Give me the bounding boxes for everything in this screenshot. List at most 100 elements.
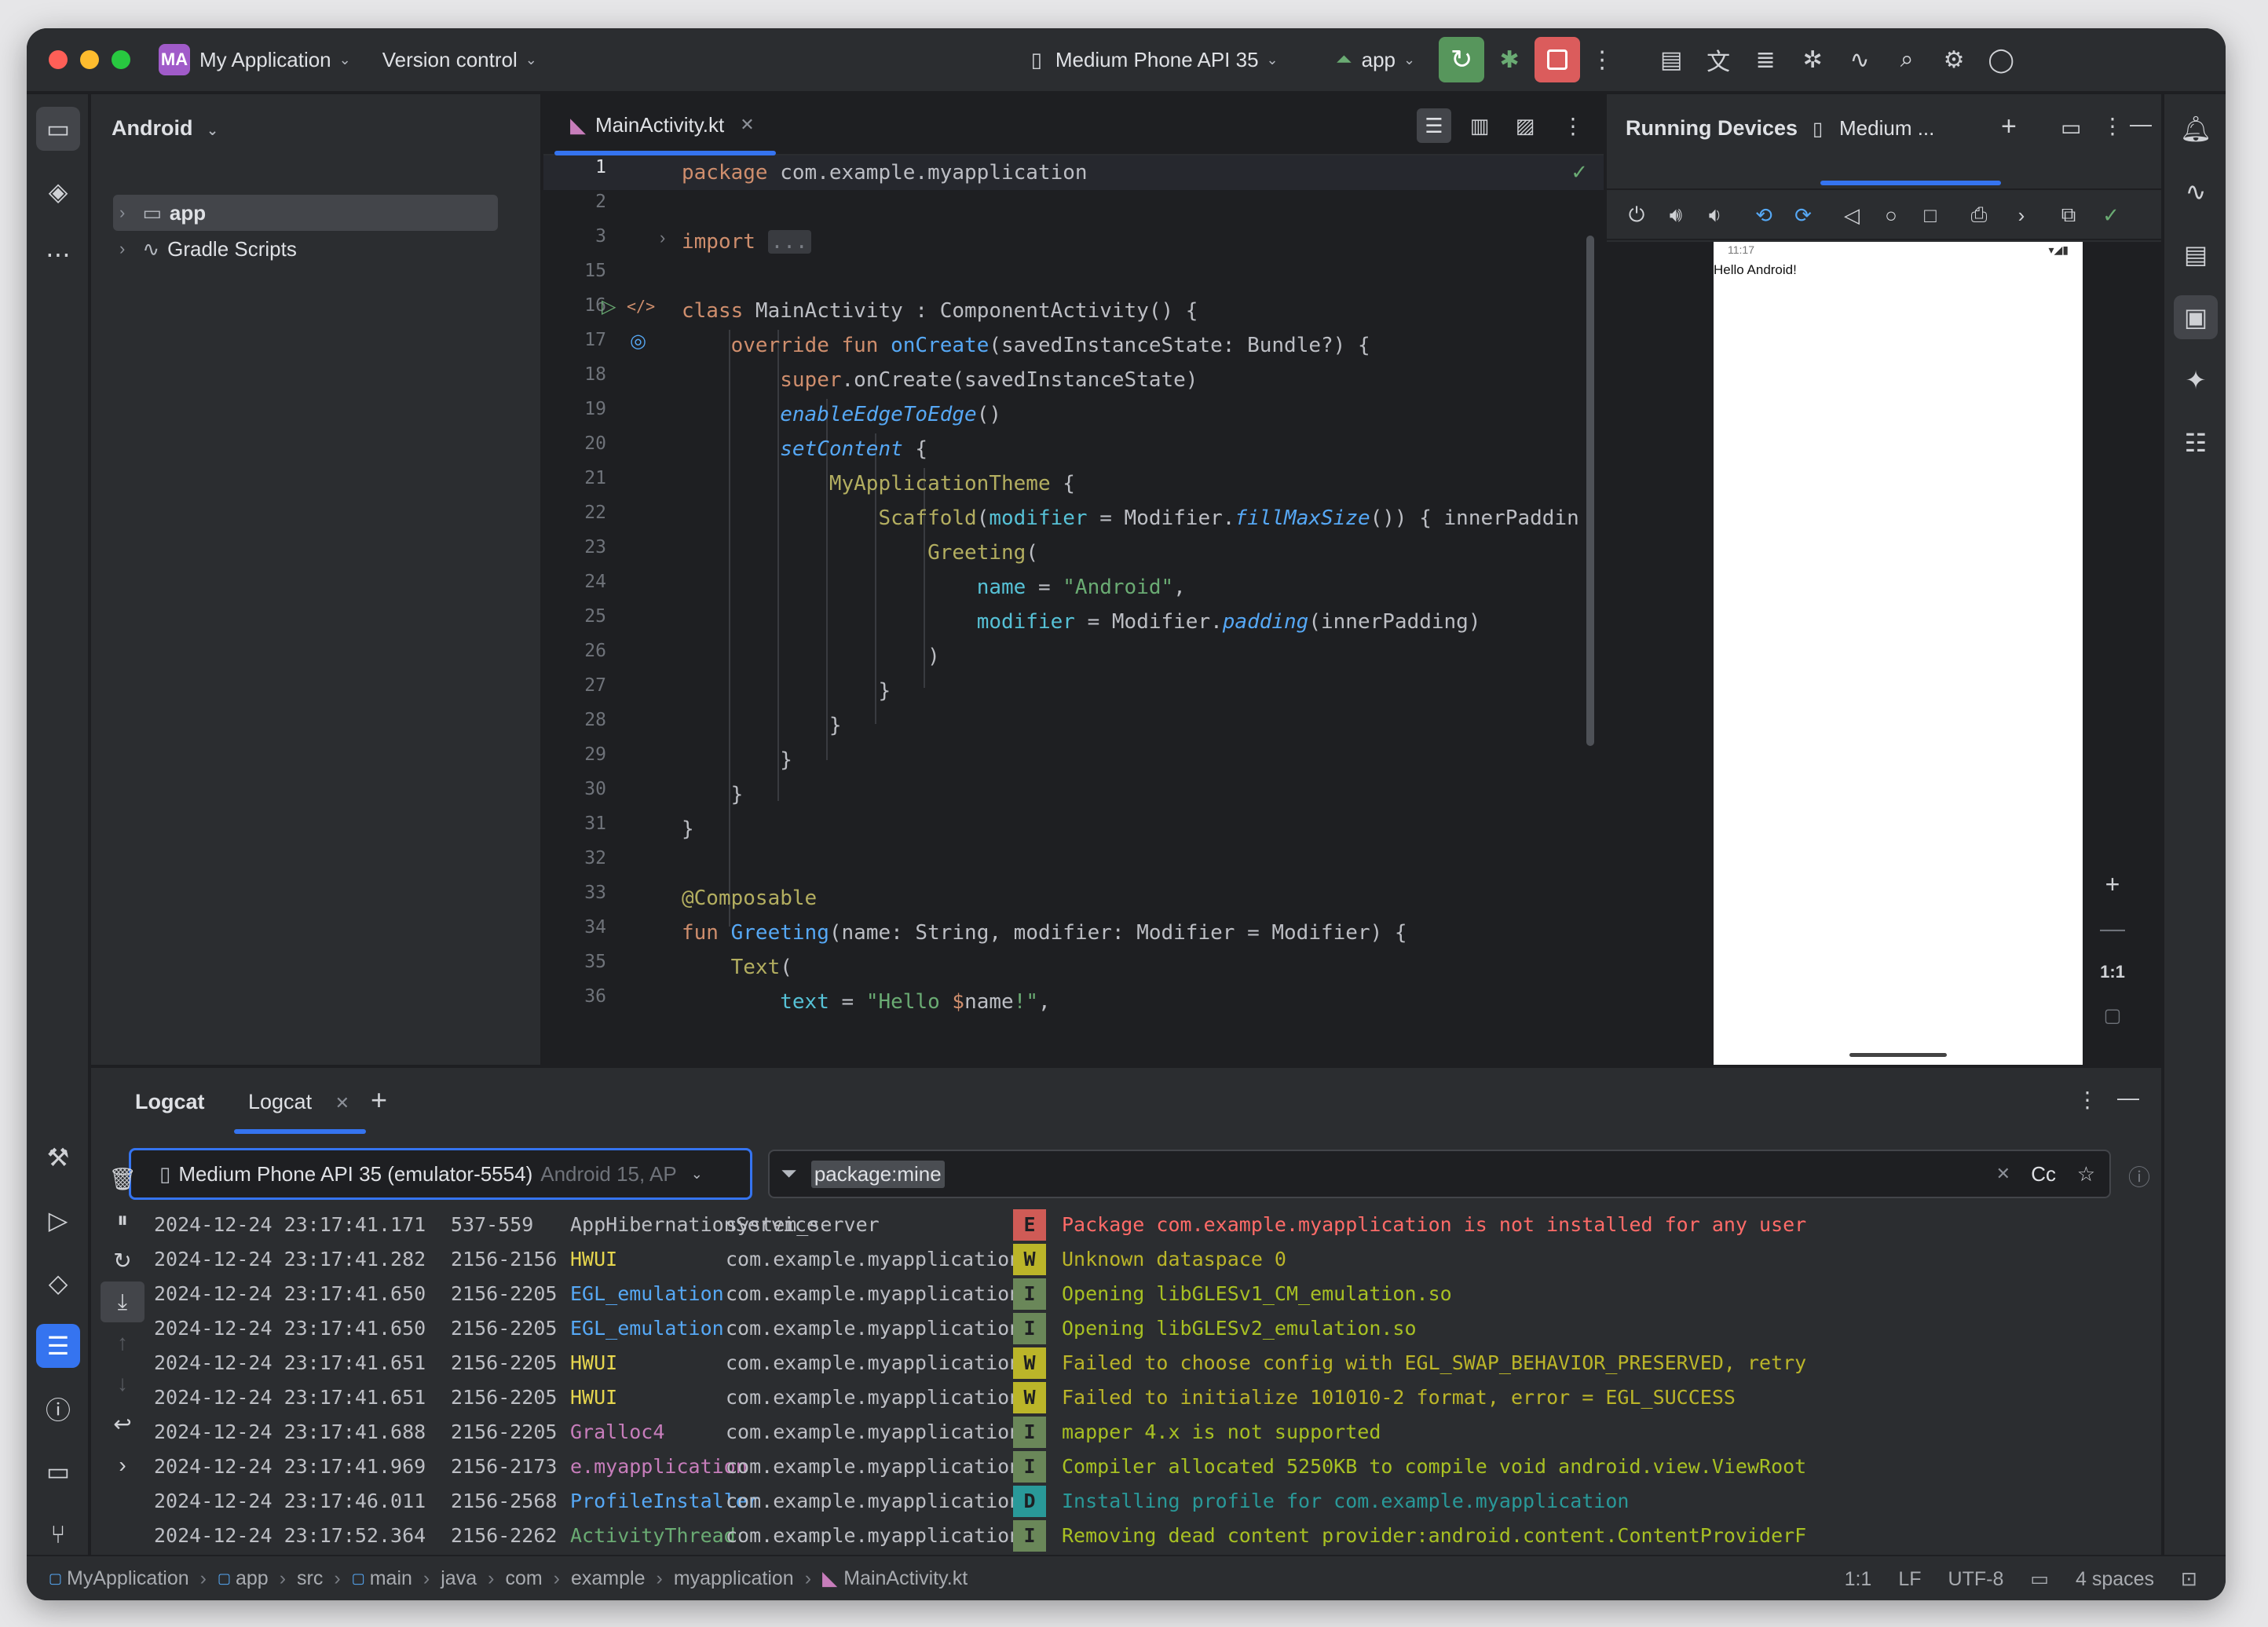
- tab-medium-phone[interactable]: Medium ...: [1839, 116, 1934, 141]
- close-window-button[interactable]: [49, 50, 68, 69]
- gradle-icon[interactable]: ∿: [2174, 170, 2218, 214]
- pause-icon[interactable]: ⏸: [91, 1200, 154, 1241]
- gemini-icon[interactable]: ✦: [2174, 358, 2218, 402]
- breadcrumb-item[interactable]: MyApplication: [67, 1567, 189, 1590]
- restart-icon[interactable]: ↻: [91, 1241, 154, 1281]
- override-gutter-icon[interactable]: ◎: [630, 330, 646, 353]
- search-icon[interactable]: ⌕: [1891, 44, 1922, 75]
- breadcrumb-item[interactable]: java: [441, 1567, 477, 1590]
- gem-icon[interactable]: ◇: [36, 1261, 80, 1305]
- bug-icon[interactable]: ✲: [1797, 44, 1828, 75]
- rerun-button[interactable]: ↻: [1439, 37, 1485, 82]
- file-encoding[interactable]: UTF-8: [1948, 1568, 2004, 1591]
- star-icon[interactable]: ☆: [2077, 1162, 2095, 1186]
- minimize-icon[interactable]: —: [2117, 1085, 2139, 1110]
- log-row[interactable]: 2024-12-24 23:17:41.650 2156-2205 EGL_emul…: [154, 1311, 2161, 1346]
- log-row[interactable]: 2024-12-24 23:17:41.651 2156-2205 HWUI com.…: [154, 1346, 2161, 1380]
- clear-filter-icon[interactable]: ✕: [1996, 1164, 2010, 1184]
- chevron-right-icon[interactable]: ›: [2007, 201, 2036, 229]
- close-icon[interactable]: ✕: [335, 1093, 349, 1113]
- project-view-dropdown[interactable]: Android ⌄: [112, 116, 218, 141]
- code-view-icon[interactable]: ☰: [1417, 108, 1451, 143]
- logcat-device-selector[interactable]: ▯ Medium Phone API 35 (emulator-5554) An…: [129, 1148, 752, 1200]
- git-branch-icon[interactable]: ⑂: [36, 1512, 80, 1556]
- power-icon[interactable]: ⏻: [1622, 201, 1651, 229]
- device-selector[interactable]: Medium Phone API 35: [1055, 48, 1259, 72]
- rotate-right-icon[interactable]: ⟳: [1789, 201, 1817, 229]
- breadcrumb-item[interactable]: example: [571, 1567, 646, 1590]
- split-view-icon[interactable]: ▥: [1462, 108, 1497, 143]
- log-row[interactable]: 2024-12-24 23:17:41.651 2156-2205 HWUI com.…: [154, 1380, 2161, 1415]
- design-view-icon[interactable]: ▨: [1508, 108, 1542, 143]
- volume-down-icon[interactable]: 🔉︎: [1701, 201, 1729, 229]
- build-hammer-icon[interactable]: ⚒: [36, 1135, 80, 1179]
- stop-button[interactable]: [1535, 37, 1581, 82]
- help-icon[interactable]: ⓘ: [2128, 1161, 2150, 1192]
- minimize-icon[interactable]: —: [2130, 112, 2152, 137]
- zoom-in-icon[interactable]: +: [2089, 862, 2136, 906]
- vcs-dropdown[interactable]: Version control: [382, 48, 518, 72]
- soft-wrap-icon[interactable]: ↩: [91, 1404, 154, 1445]
- volume-up-icon[interactable]: 🔊︎: [1662, 201, 1690, 229]
- editor-scrollbar[interactable]: [1586, 236, 1594, 746]
- breadcrumb-item[interactable]: main: [370, 1567, 412, 1590]
- rotate-left-icon[interactable]: ⟲: [1750, 201, 1778, 229]
- project-badge[interactable]: MA: [159, 44, 190, 75]
- screen-record-icon[interactable]: ⧉: [2054, 201, 2083, 229]
- scroll-to-end-icon[interactable]: ⤓: [101, 1281, 144, 1322]
- fold-chevron-icon[interactable]: ›: [660, 228, 665, 248]
- terminal-icon[interactable]: ▭: [36, 1450, 80, 1494]
- tree-item-gradle-scripts[interactable]: › ∿ Gradle Scripts: [113, 231, 297, 267]
- more-tools-icon[interactable]: ⋯: [36, 232, 80, 276]
- match-case-toggle[interactable]: Cc: [2031, 1162, 2056, 1186]
- breadcrumb-item[interactable]: app: [236, 1567, 269, 1590]
- reader-mode-icon[interactable]: ▭: [2030, 1567, 2049, 1591]
- log-row[interactable]: 2024-12-24 23:17:41.688 2156-2205 Gralloc4…: [154, 1415, 2161, 1450]
- project-name-dropdown[interactable]: My Application: [199, 48, 331, 72]
- more-vertical-icon[interactable]: ⋮: [2102, 113, 2124, 139]
- problems-icon[interactable]: ⓘ: [36, 1387, 80, 1431]
- close-icon[interactable]: ✕: [740, 115, 754, 135]
- log-row[interactable]: 2024-12-24 23:17:52.364 2156-2262 Activity…: [154, 1519, 2161, 1553]
- gesture-bar[interactable]: [1849, 1053, 1947, 1057]
- home-icon[interactable]: ○: [1877, 201, 1905, 229]
- logcat-filter-input[interactable]: ⏷ package:mine ✕ Cc ☆: [768, 1150, 2111, 1198]
- add-icon[interactable]: +: [371, 1084, 387, 1117]
- notifications-icon[interactable]: 🔔︎: [2174, 107, 2218, 151]
- resource-manager-icon[interactable]: ◈: [36, 170, 80, 214]
- log-row[interactable]: 2024-12-24 23:17:41.282 2156-2156 HWUI com.…: [154, 1242, 2161, 1277]
- add-icon[interactable]: +: [2001, 112, 2017, 142]
- window-layout-icon[interactable]: ▭: [2061, 115, 2081, 141]
- code-content[interactable]: package com.example.myapplication import…: [682, 155, 1580, 1065]
- line-separator[interactable]: LF: [1898, 1568, 1921, 1591]
- tree-item-app[interactable]: › ▭ app: [113, 195, 498, 231]
- trash-icon[interactable]: 🗑︎: [91, 1159, 154, 1200]
- log-row[interactable]: 2024-12-24 23:17:41.171 537-559 AppHiberna…: [154, 1208, 2161, 1242]
- account-icon[interactable]: ◯: [1985, 44, 2017, 75]
- minimize-window-button[interactable]: [80, 50, 99, 69]
- indent-setting[interactable]: 4 spaces: [2076, 1568, 2154, 1591]
- arrow-up-icon[interactable]: ↑: [91, 1322, 154, 1363]
- breadcrumb-item[interactable]: MainActivity.kt: [843, 1567, 968, 1590]
- debug-icon[interactable]: ✱: [1494, 44, 1525, 75]
- more-vertical-icon[interactable]: ⋮: [2076, 1087, 2098, 1113]
- more-vertical-icon[interactable]: ⋮: [1586, 44, 1618, 75]
- chevron-right-icon[interactable]: ›: [91, 1445, 154, 1486]
- run-gutter-icon[interactable]: ▷: [602, 295, 616, 318]
- project-folder-icon[interactable]: ▭: [36, 107, 80, 151]
- profiler-icon[interactable]: ∿: [1844, 44, 1875, 75]
- gear-icon[interactable]: ⚙: [1938, 44, 1970, 75]
- breadcrumb-item[interactable]: myapplication: [674, 1567, 794, 1590]
- task-list-icon[interactable]: ☷: [2174, 421, 2218, 465]
- device-manager-icon[interactable]: ▤: [1655, 44, 1687, 75]
- log-row[interactable]: 2024-12-24 23:17:41.969 2156-2173 e.myappl…: [154, 1450, 2161, 1484]
- snapshot-icon[interactable]: ⎙: [1965, 201, 1993, 229]
- logcat-icon[interactable]: ☰: [36, 1324, 80, 1368]
- tab-logcat[interactable]: Logcat ✕: [248, 1090, 349, 1114]
- overview-icon[interactable]: □: [1916, 201, 1944, 229]
- tab-mainactivity[interactable]: ◣ MainActivity.kt ✕: [554, 94, 770, 155]
- breadcrumb-item[interactable]: com: [505, 1567, 542, 1590]
- zoom-window-button[interactable]: [112, 50, 130, 69]
- back-icon[interactable]: ◁: [1838, 201, 1866, 229]
- device-explorer-icon[interactable]: ▤: [2174, 232, 2218, 276]
